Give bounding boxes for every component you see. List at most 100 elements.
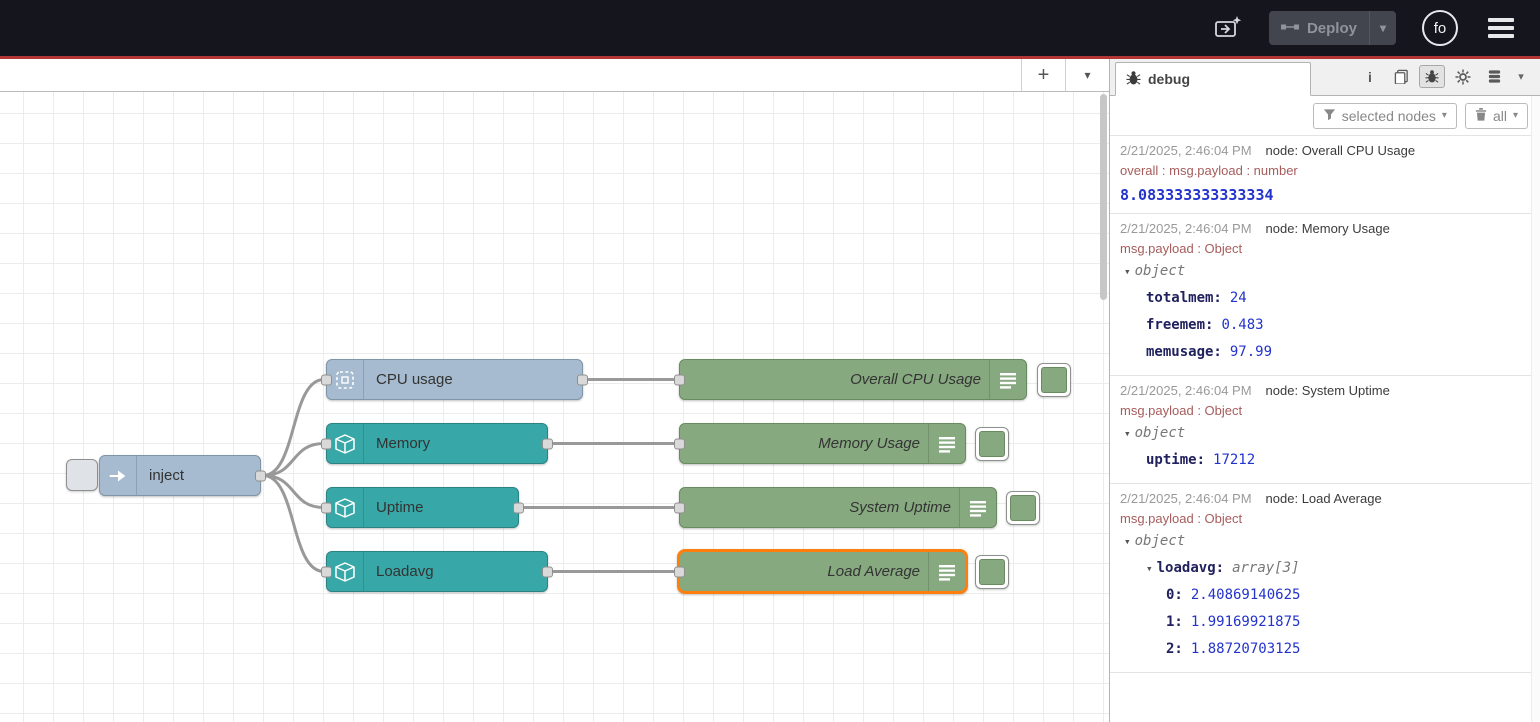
- menu-bar: [1488, 18, 1514, 22]
- deploy-label: Deploy: [1307, 20, 1357, 37]
- debug-enable-toggle[interactable]: [975, 427, 1009, 461]
- node-debug-uptime[interactable]: System Uptime: [679, 487, 997, 528]
- node-debug-overall-cpu[interactable]: Overall CPU Usage: [679, 359, 1027, 400]
- wire[interactable]: [263, 444, 324, 476]
- canvas-scrollbar[interactable]: [1099, 92, 1109, 722]
- node-debug-memory[interactable]: Memory Usage: [679, 423, 966, 464]
- output-port[interactable]: [542, 438, 553, 449]
- user-avatar[interactable]: fo: [1422, 10, 1458, 46]
- output-port[interactable]: [577, 374, 588, 385]
- tab-label: debug: [1148, 71, 1190, 87]
- input-port[interactable]: [674, 566, 685, 577]
- inject-trigger-button[interactable]: [66, 459, 98, 491]
- debug-console-icon: [928, 552, 965, 591]
- collapse-caret-icon[interactable]: ▾: [1124, 427, 1131, 440]
- trash-icon: [1475, 108, 1487, 124]
- debug-filter-button[interactable]: selected nodes ▾: [1313, 103, 1457, 129]
- main-menu-button[interactable]: [1484, 14, 1518, 42]
- flow-canvas[interactable]: inject CPU usage: [0, 92, 1109, 722]
- os-cube-icon: [327, 424, 364, 463]
- message-property-path: msg.payload : Object: [1120, 401, 1532, 420]
- message-timestamp: 2/21/2025, 2:46:04 PM: [1120, 382, 1252, 400]
- deploy-options-caret[interactable]: ▾: [1369, 11, 1396, 45]
- debug-message[interactable]: 2/21/2025, 2:46:04 PM node: Memory Usage…: [1110, 214, 1540, 376]
- output-port[interactable]: [542, 566, 553, 577]
- array-index: 0:: [1166, 587, 1183, 603]
- node-inject[interactable]: inject: [99, 455, 261, 496]
- output-port[interactable]: [255, 470, 266, 481]
- debug-enable-toggle[interactable]: [1037, 363, 1071, 397]
- debug-clear-button[interactable]: all ▾: [1465, 103, 1528, 129]
- collapse-caret-icon[interactable]: ▾: [1146, 562, 1153, 575]
- config-gear-icon[interactable]: [1450, 65, 1476, 88]
- toggle-state: [979, 559, 1005, 585]
- node-label: inject: [137, 456, 260, 495]
- debug-message[interactable]: 2/21/2025, 2:46:04 PM node: Overall CPU …: [1110, 136, 1540, 214]
- wires-layer: [0, 92, 1109, 722]
- input-port[interactable]: [674, 438, 685, 449]
- tab-debug[interactable]: debug: [1115, 62, 1311, 96]
- object-value: 97.99: [1230, 344, 1272, 360]
- input-port[interactable]: [321, 502, 332, 513]
- object-type-label: object: [1135, 533, 1186, 549]
- object-key: totalmem:: [1146, 290, 1222, 306]
- node-memory[interactable]: Memory: [326, 423, 548, 464]
- sidebar-scrollbar[interactable]: [1531, 96, 1540, 722]
- input-port[interactable]: [674, 374, 685, 385]
- debug-enable-toggle[interactable]: [975, 555, 1009, 589]
- menu-bar: [1488, 26, 1514, 30]
- context-data-icon[interactable]: [1481, 65, 1507, 88]
- collapse-caret-icon[interactable]: ▾: [1124, 535, 1131, 548]
- menu-bar: [1488, 34, 1514, 38]
- debug-sidebar-icon[interactable]: [1419, 65, 1445, 88]
- node-label: Load Average: [680, 552, 928, 591]
- info-sidebar-icon[interactable]: i: [1357, 65, 1383, 88]
- node-uptime[interactable]: Uptime: [326, 487, 519, 528]
- node-cpu-usage[interactable]: CPU usage: [326, 359, 583, 400]
- debug-console-icon: [928, 424, 965, 463]
- input-port[interactable]: [321, 438, 332, 449]
- message-timestamp: 2/21/2025, 2:46:04 PM: [1120, 142, 1252, 160]
- message-source-node: node: System Uptime: [1266, 382, 1390, 400]
- clear-label: all: [1493, 108, 1507, 124]
- debug-message[interactable]: 2/21/2025, 2:46:04 PM node: Load Average…: [1110, 484, 1540, 673]
- flow-list-button[interactable]: ▾: [1065, 59, 1109, 91]
- wire[interactable]: [263, 476, 324, 508]
- node-label: Overall CPU Usage: [680, 360, 989, 399]
- deploy-button[interactable]: Deploy ▾: [1269, 11, 1396, 45]
- input-port[interactable]: [321, 374, 332, 385]
- toggle-state: [1010, 495, 1036, 521]
- sidebar-tab-bar: debug i: [1110, 59, 1540, 96]
- canvas-scrollbar-thumb[interactable]: [1100, 94, 1107, 300]
- array-value: 2.40869140625: [1191, 587, 1301, 603]
- input-port[interactable]: [674, 502, 685, 513]
- add-flow-button[interactable]: +: [1021, 59, 1065, 91]
- message-value: 8.083333333333334: [1120, 186, 1532, 204]
- object-key: loadavg:: [1157, 560, 1224, 576]
- array-value: 1.99169921875: [1191, 614, 1301, 630]
- output-port[interactable]: [513, 502, 524, 513]
- debug-message[interactable]: 2/21/2025, 2:46:04 PM node: System Uptim…: [1110, 376, 1540, 484]
- node-loadavg[interactable]: Loadavg: [326, 551, 548, 592]
- node-label: Memory: [364, 424, 547, 463]
- filter-label: selected nodes: [1342, 108, 1436, 124]
- toggle-state: [979, 431, 1005, 457]
- sidebar-more-caret[interactable]: ▾: [1512, 65, 1530, 88]
- debug-enable-toggle[interactable]: [1006, 491, 1040, 525]
- node-label: Uptime: [364, 488, 518, 527]
- help-docs-icon[interactable]: [1388, 65, 1414, 88]
- workspace-panel: + ▾: [0, 59, 1110, 722]
- ai-assistant-icon[interactable]: [1213, 14, 1243, 42]
- array-index: 2:: [1166, 641, 1183, 657]
- input-port[interactable]: [321, 566, 332, 577]
- inject-icon: [100, 456, 137, 495]
- debug-messages-list: 2/21/2025, 2:46:04 PM node: Overall CPU …: [1110, 136, 1540, 722]
- clear-caret-icon: ▾: [1513, 110, 1518, 121]
- array-value: 1.88720703125: [1191, 641, 1301, 657]
- collapse-caret-icon[interactable]: ▾: [1124, 265, 1131, 278]
- bug-icon: [1126, 70, 1141, 89]
- toggle-state: [1041, 367, 1067, 393]
- debug-console-icon: [959, 488, 996, 527]
- node-debug-load-average[interactable]: Load Average: [677, 549, 968, 594]
- message-timestamp: 2/21/2025, 2:46:04 PM: [1120, 220, 1252, 238]
